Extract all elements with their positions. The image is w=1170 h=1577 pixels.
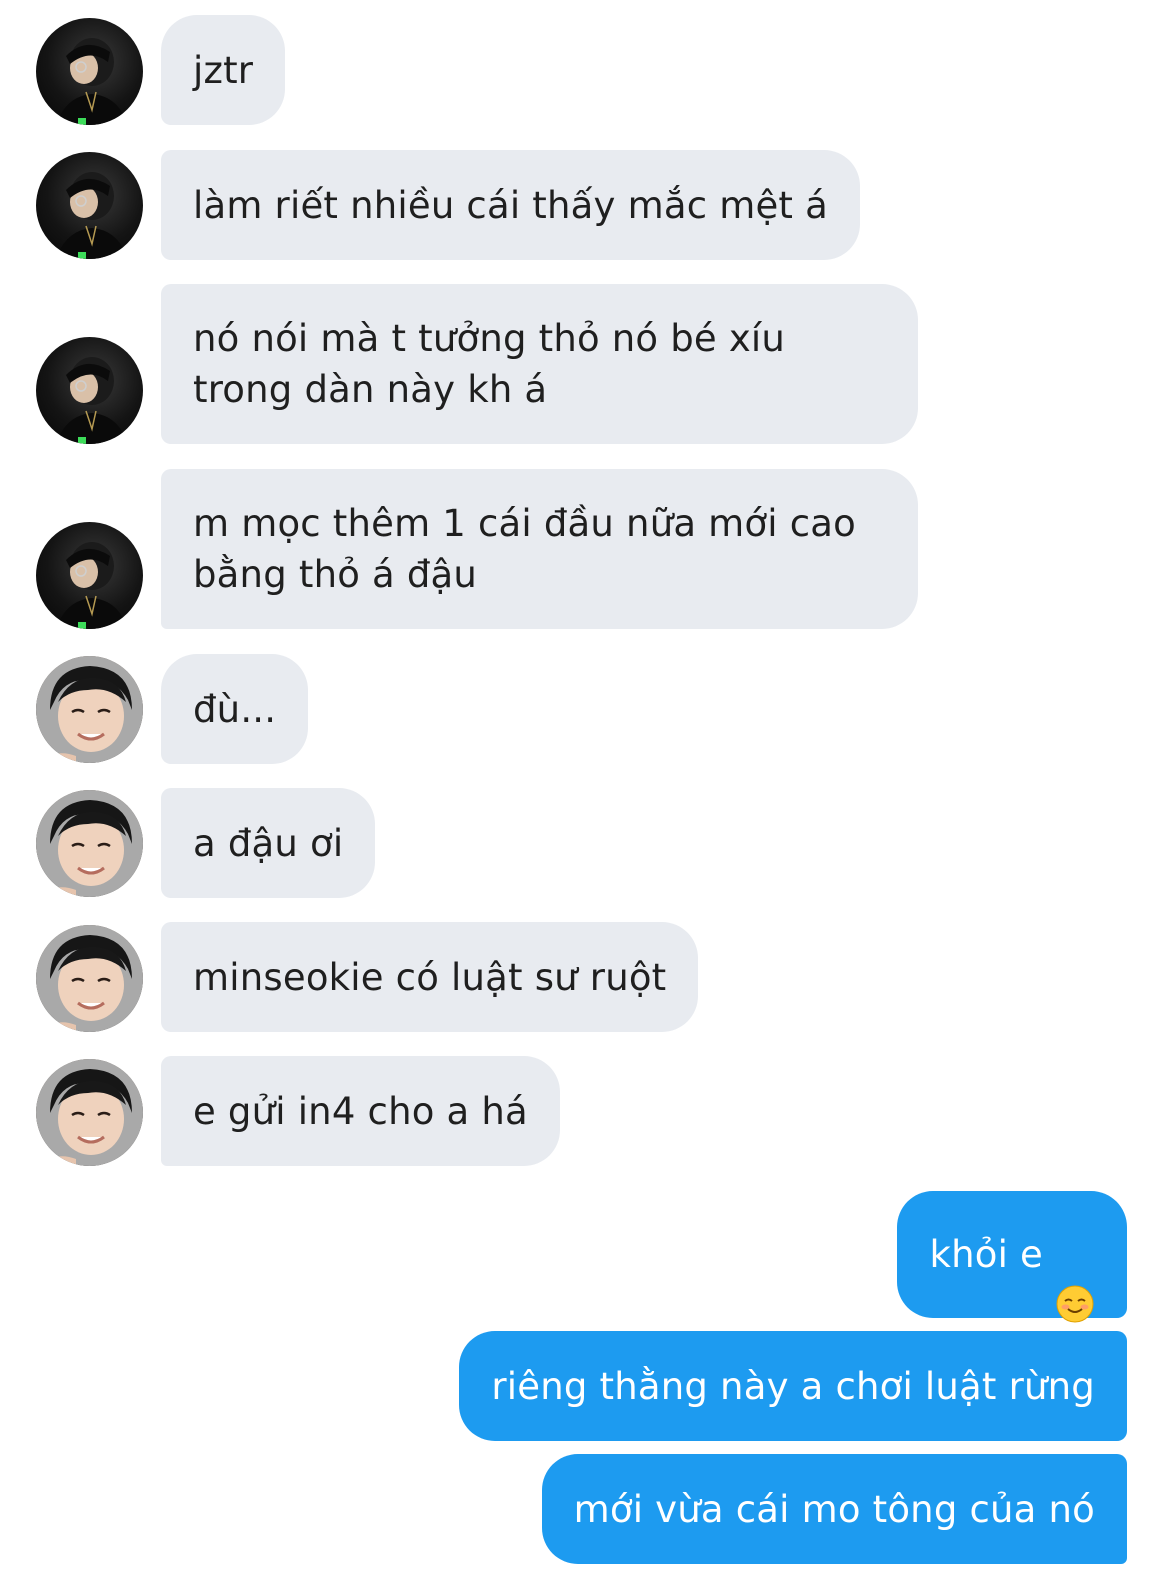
message-bubble[interactable]: làm riết nhiều cái thấy mắc mệt á: [161, 150, 860, 260]
user-avatar-icon: [36, 656, 143, 763]
message-text: nó nói mà t tưởng thỏ nó bé xíu trong dà…: [193, 317, 786, 411]
user-avatar-icon: [36, 790, 143, 897]
smiling-face-icon: [1055, 1233, 1095, 1322]
message-bubble-outgoing[interactable]: mới vừa cái mo tông của nó: [541, 1454, 1127, 1564]
avatar[interactable]: [36, 337, 143, 444]
user-avatar-icon: [56, 542, 128, 629]
message-bubble[interactable]: nó nói mà t tưởng thỏ nó bé xíu trong dà…: [161, 284, 918, 444]
avatar[interactable]: [36, 522, 143, 629]
avatar[interactable]: [36, 152, 143, 259]
user-avatar-icon: [56, 357, 128, 444]
message-text: jztr: [193, 48, 254, 92]
avatar[interactable]: [36, 790, 143, 897]
user-avatar-icon: [36, 925, 143, 1032]
avatar[interactable]: [36, 656, 143, 763]
avatar[interactable]: [36, 1059, 143, 1166]
message-text: khỏi e: [929, 1233, 1043, 1276]
message-bubble[interactable]: a đậu ơi: [161, 788, 376, 898]
message-text: mới vừa cái mo tông của nó: [573, 1487, 1095, 1531]
message-text: a đậu ơi: [193, 821, 344, 865]
message-bubble-outgoing[interactable]: khỏi e: [897, 1191, 1127, 1322]
message-text: đù...: [193, 687, 277, 731]
message-bubble[interactable]: e gửi in4 cho a há: [161, 1056, 560, 1166]
message-bubble-outgoing[interactable]: riêng thằng này a chơi luật rừng: [459, 1331, 1127, 1441]
message-bubble[interactable]: m mọc thêm 1 cái đầu nữa mới cao bằng th…: [161, 469, 918, 629]
message-bubble[interactable]: minseokie có luật sư ruột: [161, 922, 699, 1032]
message-text: m mọc thêm 1 cái đầu nữa mới cao bằng th…: [193, 502, 856, 596]
message-text: làm riết nhiều cái thấy mắc mệt á: [193, 183, 828, 227]
chat-thread: jztr làm riết nhiều cái thấy mắc mệt á n…: [0, 0, 1170, 1577]
message-bubble[interactable]: jztr: [161, 15, 286, 125]
message-text: riêng thằng này a chơi luật rừng: [491, 1364, 1095, 1408]
avatar[interactable]: [36, 925, 143, 1032]
message-text: e gửi in4 cho a há: [193, 1089, 528, 1133]
user-avatar-icon: [56, 172, 128, 259]
user-avatar-icon: [36, 1059, 143, 1166]
message-text: minseokie có luật sư ruột: [193, 955, 667, 999]
message-bubble[interactable]: đù...: [161, 654, 309, 764]
user-avatar-icon: [56, 38, 128, 125]
avatar[interactable]: [36, 18, 143, 125]
